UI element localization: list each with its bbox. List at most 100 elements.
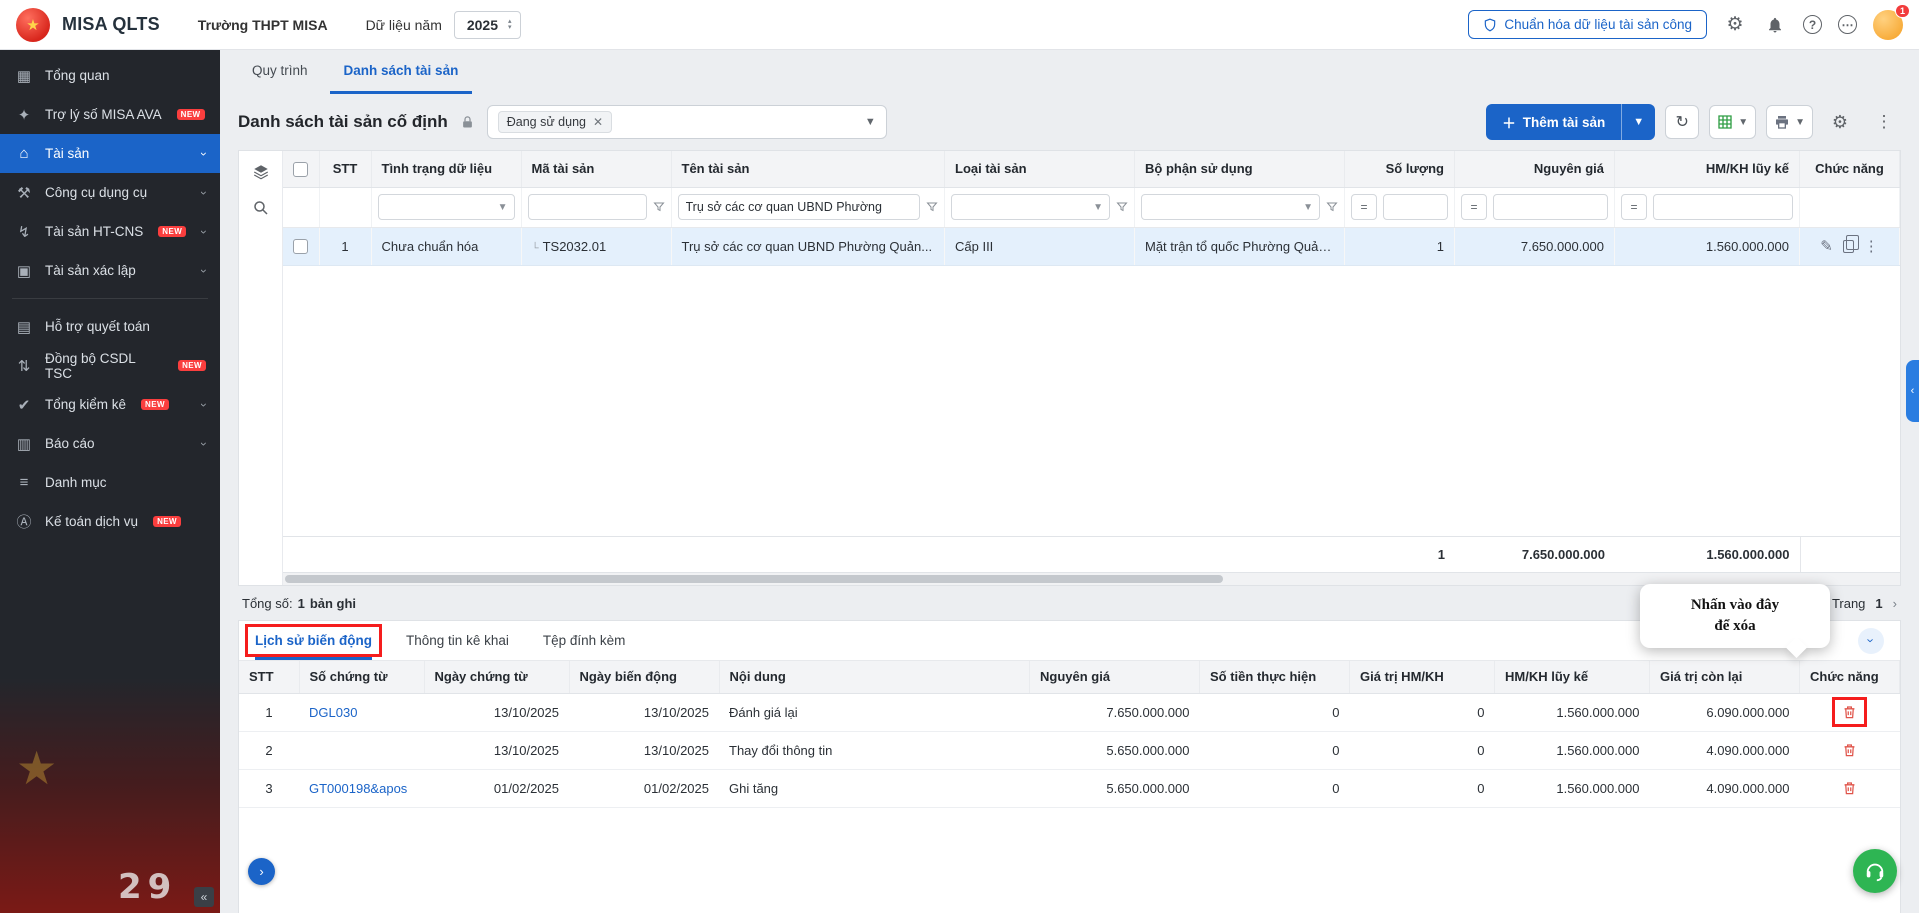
column-header-ma-tai-san[interactable]: Mã tài sản	[521, 151, 671, 187]
select-all-checkbox[interactable]	[293, 162, 308, 177]
column-header-ten-tai-san[interactable]: Tên tài sản	[671, 151, 945, 187]
tab-danh-sach-tai-san[interactable]: Danh sách tài sản	[330, 50, 473, 94]
more-options-icon[interactable]: ⋯	[1838, 15, 1857, 34]
sidebar-item-dong-bo-csdl[interactable]: ⇅ Đồng bộ CSDL TSC NEW	[0, 346, 220, 385]
column-header-stt[interactable]: STT	[319, 151, 371, 187]
scrollbar-thumb[interactable]	[285, 575, 1223, 583]
quantity-filter-input[interactable]	[1383, 194, 1448, 220]
status-filter-select[interactable]: ▼	[378, 194, 515, 220]
sidebar-item-label: Trợ lý số MISA AVA	[45, 107, 162, 122]
side-drawer-handle[interactable]: ‹	[1906, 360, 1919, 422]
chevron-down-icon: ›	[197, 269, 211, 273]
code-filter-input[interactable]	[528, 194, 647, 220]
filter-funnel-icon[interactable]	[653, 201, 665, 213]
inventory-icon: ✔	[14, 396, 34, 414]
status-filter-combobox[interactable]: Đang sử dụng ✕ ▼	[487, 105, 887, 139]
operator-select[interactable]: =	[1621, 194, 1647, 220]
cell-remaining: 4.090.000.000	[1650, 769, 1800, 807]
sidebar-item-tong-quan[interactable]: ▦ Tổng quan	[0, 56, 220, 95]
grid-settings-button[interactable]: ⚙	[1823, 105, 1857, 139]
edit-icon[interactable]: ✎	[1820, 237, 1833, 255]
add-asset-dropdown[interactable]: ▼	[1621, 104, 1655, 140]
more-actions-button[interactable]: ⋮	[1867, 105, 1901, 139]
sidebar-item-bao-cao[interactable]: ▥ Báo cáo ›	[0, 424, 220, 463]
column-header-nguyen-gia[interactable]: Nguyên giá	[1455, 151, 1615, 187]
sidebar-item-ke-toan-dich-vu[interactable]: Ⓐ Kế toán dịch vụ NEW	[0, 502, 220, 541]
refresh-button[interactable]: ↻	[1665, 105, 1699, 139]
sidebar-item-label: Tài sản xác lập	[45, 263, 136, 278]
layers-icon[interactable]	[252, 163, 270, 181]
column-header-gia-tri-con-lai[interactable]: Giá trị còn lại	[1650, 661, 1800, 693]
column-header-hmkh-luy-ke[interactable]: HM/KH lũy kế	[1495, 661, 1650, 693]
column-header-so-tien[interactable]: Số tiền thực hiện	[1200, 661, 1350, 693]
chip-remove-icon[interactable]: ✕	[593, 115, 603, 129]
sidebar-item-tai-san[interactable]: ⌂ Tài sản ›	[0, 134, 220, 173]
document-link[interactable]: DGL030	[309, 705, 357, 720]
name-filter-input[interactable]	[678, 194, 921, 220]
page-number[interactable]: 1	[1875, 596, 1882, 611]
duplicate-icon[interactable]	[1843, 240, 1854, 253]
cost-filter-input[interactable]	[1493, 194, 1608, 220]
column-header-loai-tai-san[interactable]: Loại tài sản	[945, 151, 1135, 187]
cell-name: Trụ sở các cơ quan UBND Phường Quản...	[671, 227, 945, 265]
notifications-bell-icon[interactable]	[1763, 13, 1787, 37]
filter-funnel-icon[interactable]	[1326, 201, 1338, 213]
sidebar-item-tai-san-xac-lap[interactable]: ▣ Tài sản xác lập ›	[0, 251, 220, 290]
column-header-chuc-nang[interactable]: Chức năng	[1800, 661, 1900, 693]
print-button[interactable]: ▼	[1766, 105, 1813, 139]
grid-view-button[interactable]: ▼	[1709, 105, 1756, 139]
delete-button[interactable]	[1835, 738, 1864, 762]
filter-funnel-icon[interactable]	[1116, 201, 1128, 213]
support-chat-button[interactable]	[1853, 849, 1897, 893]
row-more-icon[interactable]: ⋮	[1864, 237, 1879, 255]
type-filter-select[interactable]: ▼	[951, 194, 1110, 220]
column-header-bo-phan[interactable]: Bộ phận sử dụng	[1135, 151, 1345, 187]
column-header-hm-kh[interactable]: HM/KH lũy kế	[1615, 151, 1800, 187]
tab-thong-tin-ke-khai[interactable]: Thông tin kê khai	[406, 621, 509, 660]
operator-select[interactable]: =	[1461, 194, 1487, 220]
tab-tep-dinh-kem[interactable]: Tệp đính kèm	[543, 621, 626, 660]
page-title: Danh sách tài sản cố định	[238, 112, 448, 132]
operator-select[interactable]: =	[1351, 194, 1377, 220]
tab-quy-trinh[interactable]: Quy trình	[238, 50, 322, 94]
column-header-so-chung-tu[interactable]: Số chứng từ	[299, 661, 424, 693]
year-spinner-icon[interactable]: ▴▾	[508, 19, 512, 31]
column-header-noi-dung[interactable]: Nội dung	[719, 661, 1030, 693]
column-header-ngay-bien-dong[interactable]: Ngày biến động	[569, 661, 719, 693]
column-header-chuc-nang[interactable]: Chức năng	[1800, 151, 1900, 187]
sidebar-item-tong-kiem-ke[interactable]: ✔ Tổng kiểm kê NEW ›	[0, 385, 220, 424]
settings-gear-icon[interactable]: ⚙	[1723, 13, 1747, 37]
user-avatar[interactable]: 1	[1873, 10, 1903, 40]
sidebar-collapse-button[interactable]: «	[194, 887, 214, 907]
normalize-data-button[interactable]: Chuẩn hóa dữ liệu tài sản công	[1468, 10, 1707, 39]
year-selector[interactable]: 2025 ▴▾	[454, 11, 521, 39]
help-icon[interactable]: ?	[1803, 15, 1822, 34]
filter-funnel-icon[interactable]	[926, 201, 938, 213]
tab-lich-su-bien-dong[interactable]: Lịch sử biến động	[255, 621, 372, 660]
asset-table-row[interactable]: 1 Chưa chuẩn hóa └TS2032.01 Trụ sở các c…	[283, 227, 1900, 265]
sidebar-item-tai-san-ht-cns[interactable]: ↯ Tài sản HT-CNS NEW ›	[0, 212, 220, 251]
department-filter-select[interactable]: ▼	[1141, 194, 1320, 220]
expand-panel-button[interactable]: ›	[248, 858, 275, 885]
sidebar-item-tro-ly-so[interactable]: ✦ Trợ lý số MISA AVA NEW	[0, 95, 220, 134]
collapse-panel-button[interactable]: ›	[1858, 628, 1884, 654]
detail-panel: Lịch sử biến động Thông tin kê khai Tệp …	[238, 620, 1901, 913]
row-checkbox[interactable]	[293, 239, 308, 254]
document-link[interactable]: GT000198&apos	[309, 781, 407, 796]
delete-button[interactable]	[1832, 697, 1867, 727]
column-header-gia-tri-hmkh[interactable]: Giá trị HM/KH	[1350, 661, 1495, 693]
search-icon[interactable]	[252, 199, 270, 217]
sidebar-item-danh-muc[interactable]: ≡ Danh mục	[0, 463, 220, 502]
column-header-tinh-trang[interactable]: Tình trạng dữ liệu	[371, 151, 521, 187]
accum-filter-input[interactable]	[1653, 194, 1793, 220]
column-header-ngay-chung-tu[interactable]: Ngày chứng từ	[424, 661, 569, 693]
column-header-stt[interactable]: STT	[239, 661, 299, 693]
cell-code: └TS2032.01	[521, 227, 671, 265]
column-header-nguyen-gia[interactable]: Nguyên giá	[1030, 661, 1200, 693]
add-asset-button[interactable]: ＋ Thêm tài sản	[1486, 104, 1621, 140]
sidebar-item-cong-cu-dung-cu[interactable]: ⚒ Công cụ dụng cụ ›	[0, 173, 220, 212]
delete-button[interactable]	[1835, 776, 1864, 800]
column-header-so-luong[interactable]: Số lượng	[1345, 151, 1455, 187]
next-page-icon[interactable]: ›	[1893, 596, 1897, 611]
sidebar-item-ho-tro-quyet-toan[interactable]: ▤ Hỗ trợ quyết toán	[0, 307, 220, 346]
